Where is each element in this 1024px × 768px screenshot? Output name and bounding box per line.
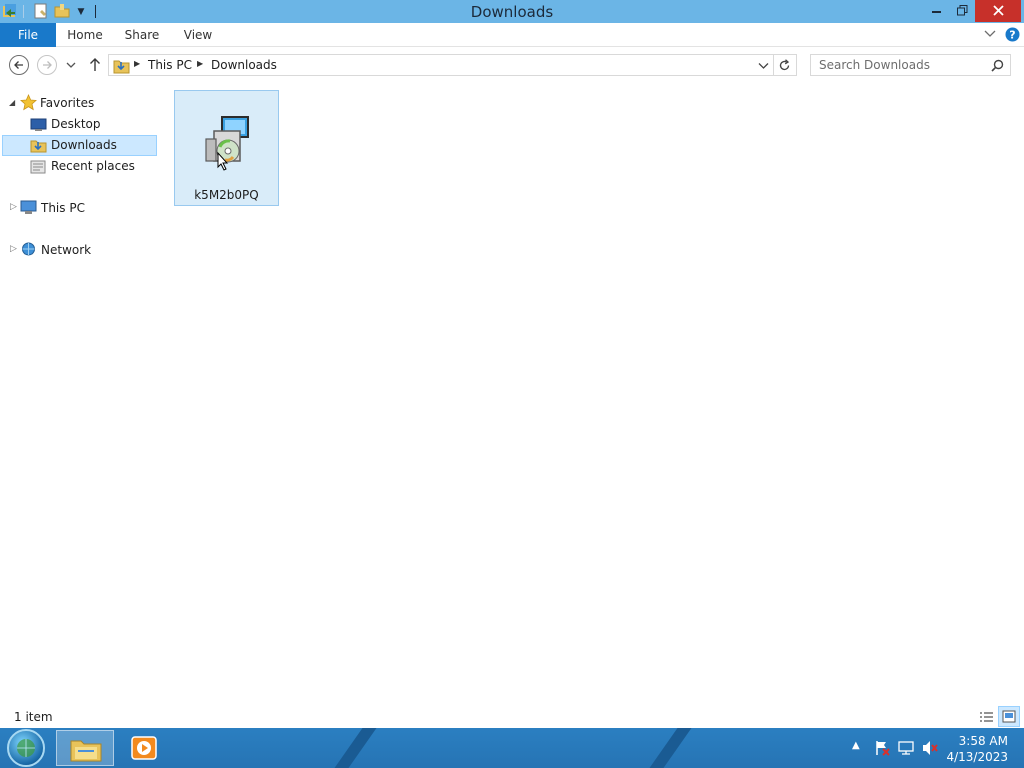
close-icon	[993, 5, 1004, 16]
network-status-icon[interactable]	[898, 740, 914, 756]
tab-home[interactable]: Home	[62, 23, 108, 47]
window-title: Downloads	[470, 3, 554, 21]
recent-places-icon	[30, 160, 46, 174]
help-icon[interactable]: ?	[1005, 27, 1020, 42]
breadcrumb-chevron-icon[interactable]: ▶	[197, 59, 203, 68]
globe-icon	[17, 739, 35, 757]
back-button[interactable]	[9, 55, 29, 75]
tab-file[interactable]: File	[0, 23, 56, 47]
forward-button[interactable]	[37, 55, 57, 75]
media-player-icon	[131, 736, 157, 760]
file-item[interactable]: k5M2b0PQ	[174, 90, 279, 206]
show-hidden-icons-icon[interactable]: ▲	[852, 740, 860, 751]
status-bar: 1 item	[0, 706, 1024, 728]
clock-date: 4/13/2023	[946, 750, 1008, 764]
downloads-folder-icon	[113, 60, 130, 74]
restore-icon	[957, 5, 968, 16]
nav-item-downloads[interactable]: Downloads	[51, 135, 117, 155]
navigation-pane: ◢ Favorites Desktop Downloads Recent pla…	[0, 88, 160, 706]
refresh-button[interactable]	[773, 54, 797, 76]
installer-icon	[205, 116, 249, 171]
ribbon: File Home Share View ?	[0, 23, 1024, 47]
taskbar-explorer-button[interactable]	[56, 730, 114, 766]
clock-time: 3:58 AM	[958, 734, 1008, 748]
desktop-icon	[30, 118, 47, 131]
tab-share[interactable]: Share	[118, 23, 166, 47]
expand-this-pc-icon[interactable]: ▷	[10, 202, 17, 212]
clock[interactable]: 3:58 AM 4/13/2023	[946, 733, 1008, 765]
breadcrumb-downloads[interactable]: Downloads	[211, 58, 277, 72]
search-box[interactable]	[810, 54, 1011, 76]
address-bar[interactable]: ▶ This PC ▶ Downloads	[108, 54, 774, 76]
back-arrow-icon	[14, 61, 23, 69]
svg-text:?: ?	[1009, 29, 1015, 42]
forward-arrow-icon	[43, 61, 52, 69]
refresh-icon	[779, 59, 790, 71]
item-count: 1 item	[14, 710, 53, 724]
wallpaper-stripe	[635, 728, 699, 768]
file-explorer-icon	[70, 740, 102, 762]
taskbar: ▲ 3:58 AM 4/13/2023	[0, 728, 1024, 768]
nav-network[interactable]: Network	[41, 240, 91, 260]
breadcrumb-this-pc[interactable]: This PC	[148, 58, 192, 72]
tab-view[interactable]: View	[176, 23, 220, 47]
recent-locations-icon[interactable]	[66, 61, 76, 69]
large-icons-view-icon	[1002, 710, 1016, 723]
search-icon[interactable]	[991, 59, 1004, 72]
minimize-button[interactable]	[925, 0, 947, 22]
up-arrow-icon[interactable]	[88, 57, 102, 72]
wallpaper-stripe	[320, 728, 384, 768]
volume-muted-icon[interactable]	[922, 740, 938, 756]
nav-item-recent-places[interactable]: Recent places	[51, 156, 135, 176]
search-input[interactable]	[811, 55, 981, 75]
network-icon	[22, 242, 35, 256]
breadcrumb-chevron-icon[interactable]: ▶	[134, 59, 140, 68]
nav-favorites[interactable]: Favorites	[40, 93, 94, 113]
collapse-favorites-icon[interactable]: ◢	[9, 98, 15, 107]
file-list	[160, 83, 1024, 706]
expand-network-icon[interactable]: ▷	[10, 244, 17, 254]
close-button[interactable]	[975, 0, 1021, 22]
restore-button[interactable]	[951, 0, 973, 22]
minimize-icon	[932, 11, 941, 13]
file-name[interactable]: k5M2b0PQ	[175, 188, 278, 202]
large-icons-view-button[interactable]	[998, 706, 1020, 727]
title-bar: ▼ Downloads	[0, 0, 1024, 23]
expand-ribbon-icon[interactable]	[984, 29, 996, 39]
start-button[interactable]	[7, 729, 45, 767]
taskbar-media-button[interactable]	[130, 734, 158, 762]
computer-icon	[20, 200, 37, 214]
details-view-icon[interactable]	[977, 708, 995, 726]
downloads-folder-icon	[30, 140, 47, 153]
nav-item-desktop[interactable]: Desktop	[51, 114, 101, 134]
nav-this-pc[interactable]: This PC	[41, 198, 85, 218]
star-icon	[20, 94, 37, 111]
address-dropdown-icon[interactable]	[758, 62, 769, 70]
action-center-flag-icon[interactable]	[874, 740, 890, 756]
